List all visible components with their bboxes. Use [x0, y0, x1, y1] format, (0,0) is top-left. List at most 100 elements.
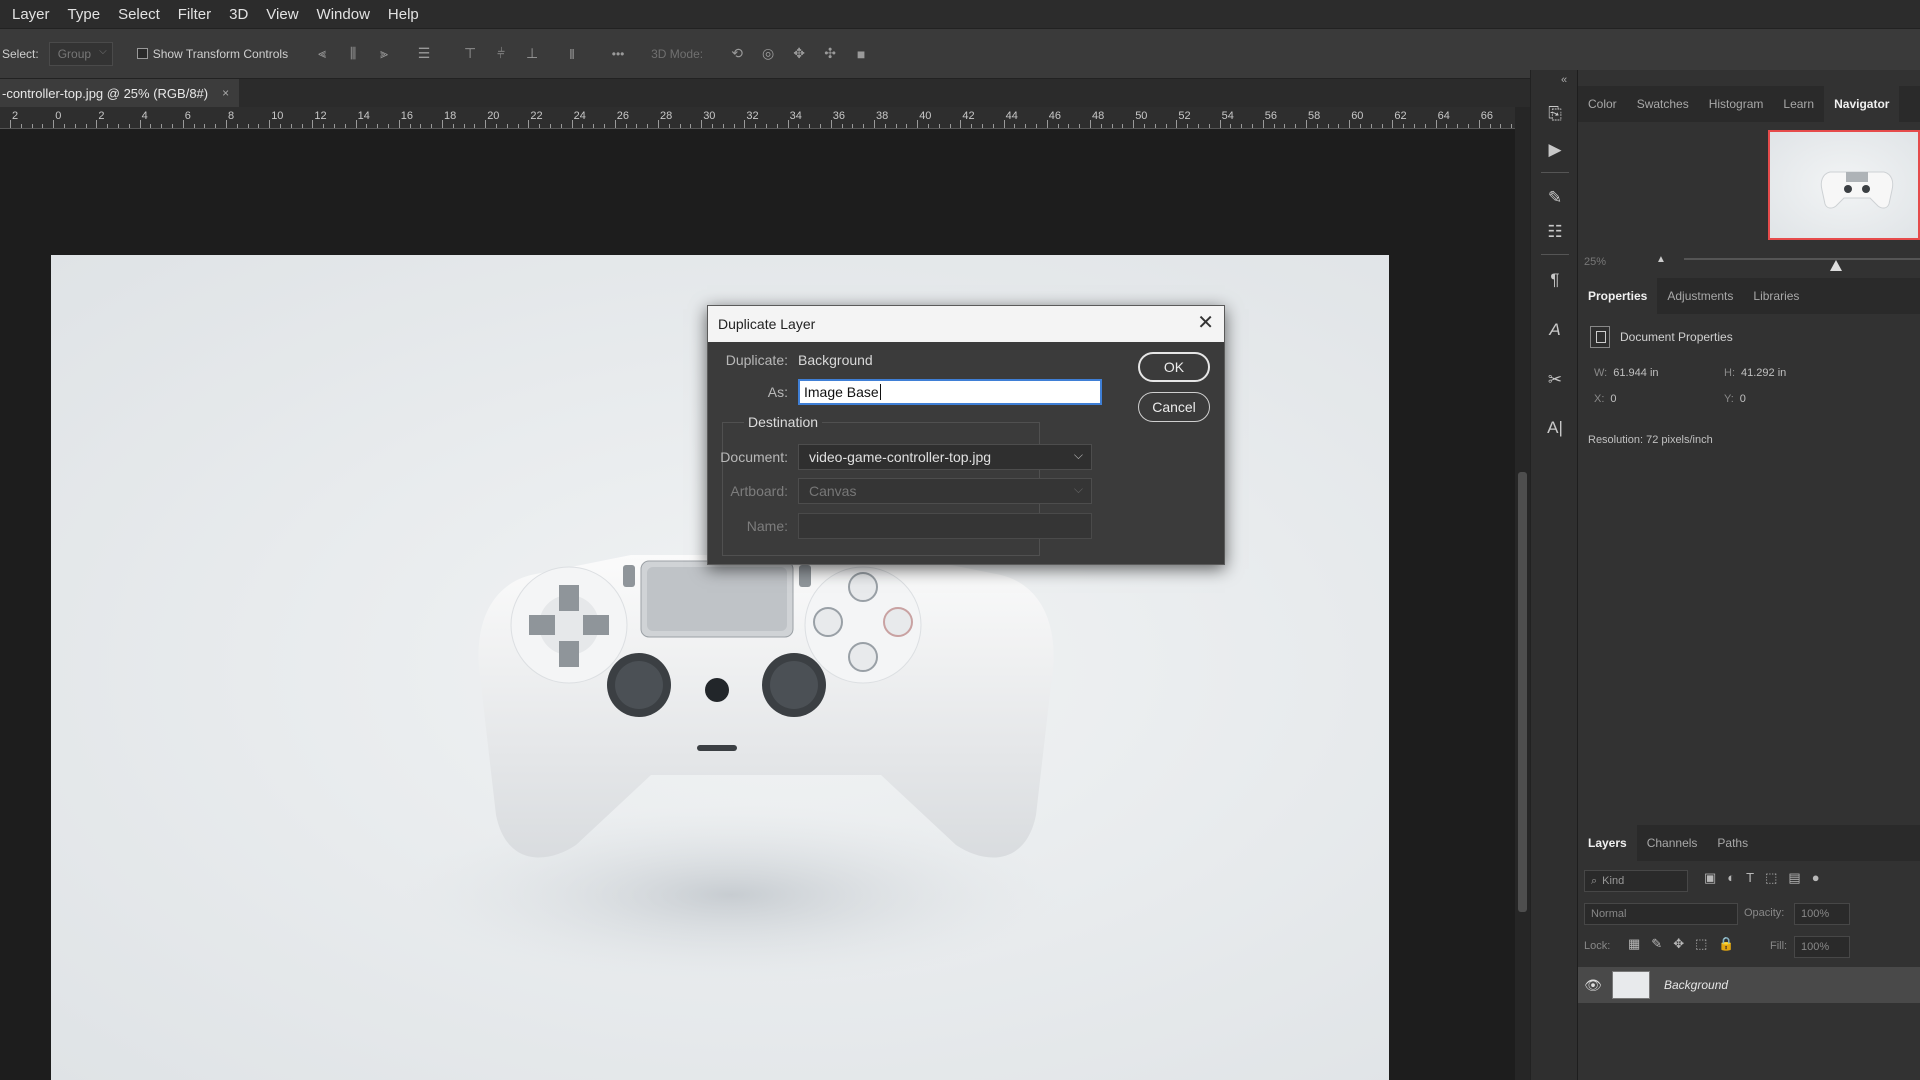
actions-play-icon[interactable]: ▶ [1543, 138, 1567, 162]
horizontal-ruler[interactable]: 2 0 2 4 6 8 10 12 14 16 18 20 22 24 26 28 30 32 34 36 38 40 42… [0, 107, 1515, 129]
lock-all-icon[interactable]: 🔒 [1718, 936, 1734, 952]
as-name-input[interactable]: Image Base [798, 379, 1102, 405]
vertical-scrollbar[interactable] [1515, 107, 1530, 1080]
tab-swatches[interactable]: Swatches [1627, 86, 1699, 122]
layer-name[interactable]: Background [1664, 978, 1728, 992]
align-middle-v-icon[interactable]: ⫩ [490, 43, 512, 65]
align-right-icon[interactable]: ⫸ [373, 43, 395, 65]
layer-filter-kind[interactable]: ⌕ Kind [1584, 870, 1688, 892]
opacity-input[interactable]: 100% [1794, 903, 1850, 925]
show-transform-controls-label: Show Transform Controls [152, 46, 289, 61]
blend-mode-select[interactable]: Normal [1584, 903, 1738, 925]
smart-object-filter-icon[interactable]: ▤ [1788, 870, 1800, 886]
menu-layer[interactable]: Layer [12, 6, 50, 23]
distribute-h-icon[interactable]: ☰ [413, 43, 435, 65]
ruler-label: 6 [184, 110, 191, 122]
document-label: Document: [720, 449, 788, 465]
auto-select-dropdown[interactable]: Group [48, 41, 113, 66]
menu-window[interactable]: Window [317, 6, 370, 23]
glyphs-icon[interactable]: A| [1543, 416, 1567, 440]
tab-learn[interactable]: Learn [1773, 86, 1824, 122]
filter-toggle-icon[interactable]: ● [1812, 870, 1820, 886]
lock-artboard-icon[interactable]: ⬚ [1695, 936, 1707, 952]
menu-help[interactable]: Help [388, 6, 419, 23]
3d-roll-icon[interactable]: ◎ [757, 43, 779, 65]
document-tab[interactable]: -controller-top.jpg @ 25% (RGB/8#) × [0, 79, 240, 107]
ruler-tick [658, 120, 659, 128]
align-bottom-icon[interactable]: ⊥ [521, 43, 543, 65]
tool-presets-icon[interactable]: ✂ [1543, 368, 1567, 392]
tab-libraries[interactable]: Libraries [1743, 278, 1809, 314]
tab-channels[interactable]: Channels [1637, 825, 1708, 861]
ruler-minor-tick [42, 124, 44, 128]
3d-slide-icon[interactable]: ✣ [819, 43, 841, 65]
ruler-tick [485, 120, 487, 128]
zoom-slider-handle[interactable] [1830, 260, 1842, 271]
ruler-tick [874, 120, 875, 128]
align-center-h-icon[interactable]: ⫼ [342, 43, 364, 65]
ruler-minor-tick [74, 124, 76, 128]
tab-layers[interactable]: Layers [1578, 825, 1637, 861]
show-transform-controls-checkbox[interactable]: Show Transform Controls [136, 46, 289, 61]
3d-scale-camera-icon[interactable]: ■ [850, 43, 872, 65]
menu-type[interactable]: Type [68, 6, 101, 23]
eye-icon[interactable]: 👁 [1578, 977, 1608, 994]
ruler-minor-tick [668, 124, 670, 128]
lock-pixels-icon[interactable]: ✎ [1651, 936, 1662, 952]
lock-position-icon[interactable]: ✥ [1673, 936, 1684, 952]
close-icon[interactable]: ✕ [1197, 313, 1214, 333]
ruler-label: 52 [1178, 110, 1191, 122]
menu-view[interactable]: View [266, 6, 298, 23]
tab-adjustments[interactable]: Adjustments [1657, 278, 1743, 314]
layer-row[interactable]: 👁 Background [1578, 967, 1920, 1003]
fill-input[interactable]: 100% [1794, 936, 1850, 958]
ruler-tick [53, 120, 55, 128]
adjustment-filter-icon[interactable]: ◐ [1727, 870, 1735, 886]
distribute-v-icon[interactable]: ‖ [561, 43, 583, 65]
align-top-icon[interactable]: ⊤ [459, 43, 481, 65]
pixel-filter-icon[interactable]: ▣ [1704, 870, 1716, 886]
3d-orbit-icon[interactable]: ⟲ [726, 43, 748, 65]
lock-transparent-icon[interactable]: ▦ [1628, 936, 1640, 952]
shape-filter-icon[interactable]: ⬚ [1765, 870, 1777, 886]
ruler-tick [1392, 120, 1394, 128]
ruler-minor-tick [107, 124, 109, 128]
ok-button[interactable]: OK [1138, 352, 1210, 382]
ruler-minor-tick [1468, 124, 1469, 128]
menu-filter[interactable]: Filter [178, 6, 211, 23]
more-options-icon[interactable]: ••• [607, 43, 629, 65]
menu-3d[interactable]: 3D [229, 6, 248, 23]
close-tab-icon[interactable]: × [222, 86, 229, 100]
history-icon[interactable]: ⎘ [1543, 102, 1567, 126]
document-select[interactable]: video-game-controller-top.jpg ⌵ [798, 444, 1092, 470]
menu-select[interactable]: Select [118, 6, 160, 23]
zoom-out-icon[interactable]: ▲ [1656, 254, 1666, 265]
ruler-minor-tick [452, 124, 454, 128]
tab-properties[interactable]: Properties [1578, 278, 1658, 314]
dialog-titlebar[interactable]: Duplicate Layer ✕ [708, 306, 1224, 342]
navigator-zoom-value[interactable]: 25% [1584, 256, 1606, 268]
paragraph-icon[interactable]: ¶ [1543, 268, 1567, 292]
ruler-minor-tick [1068, 124, 1070, 128]
tab-histogram[interactable]: Histogram [1699, 86, 1774, 122]
navigator-preview[interactable] [1768, 130, 1920, 240]
layer-filter-icons: ▣ ◐ T ⬚ ▤ ● [1704, 870, 1820, 886]
zoom-slider[interactable] [1684, 258, 1920, 260]
3d-pan-icon[interactable]: ✥ [788, 43, 810, 65]
ruler-label: 38 [876, 110, 889, 122]
checkbox-box[interactable] [136, 48, 148, 59]
tab-navigator[interactable]: Navigator [1824, 86, 1900, 122]
adjustments-sliders-icon[interactable]: ☷ [1543, 220, 1567, 244]
scrollbar-thumb[interactable] [1518, 472, 1527, 912]
ruler-minor-tick [712, 124, 713, 128]
cancel-button[interactable]: Cancel [1138, 392, 1210, 422]
ruler-minor-tick [215, 124, 217, 128]
character-icon[interactable]: A [1543, 318, 1567, 342]
tab-color[interactable]: Color [1578, 86, 1627, 122]
auto-select-value: Group [57, 46, 92, 61]
tab-paths[interactable]: Paths [1707, 825, 1758, 861]
collapse-panels-icon[interactable]: « [1561, 74, 1567, 86]
align-left-icon[interactable]: ⫷ [311, 43, 333, 65]
brush-settings-icon[interactable]: ✎ [1543, 186, 1567, 210]
type-filter-icon[interactable]: T [1746, 870, 1754, 886]
